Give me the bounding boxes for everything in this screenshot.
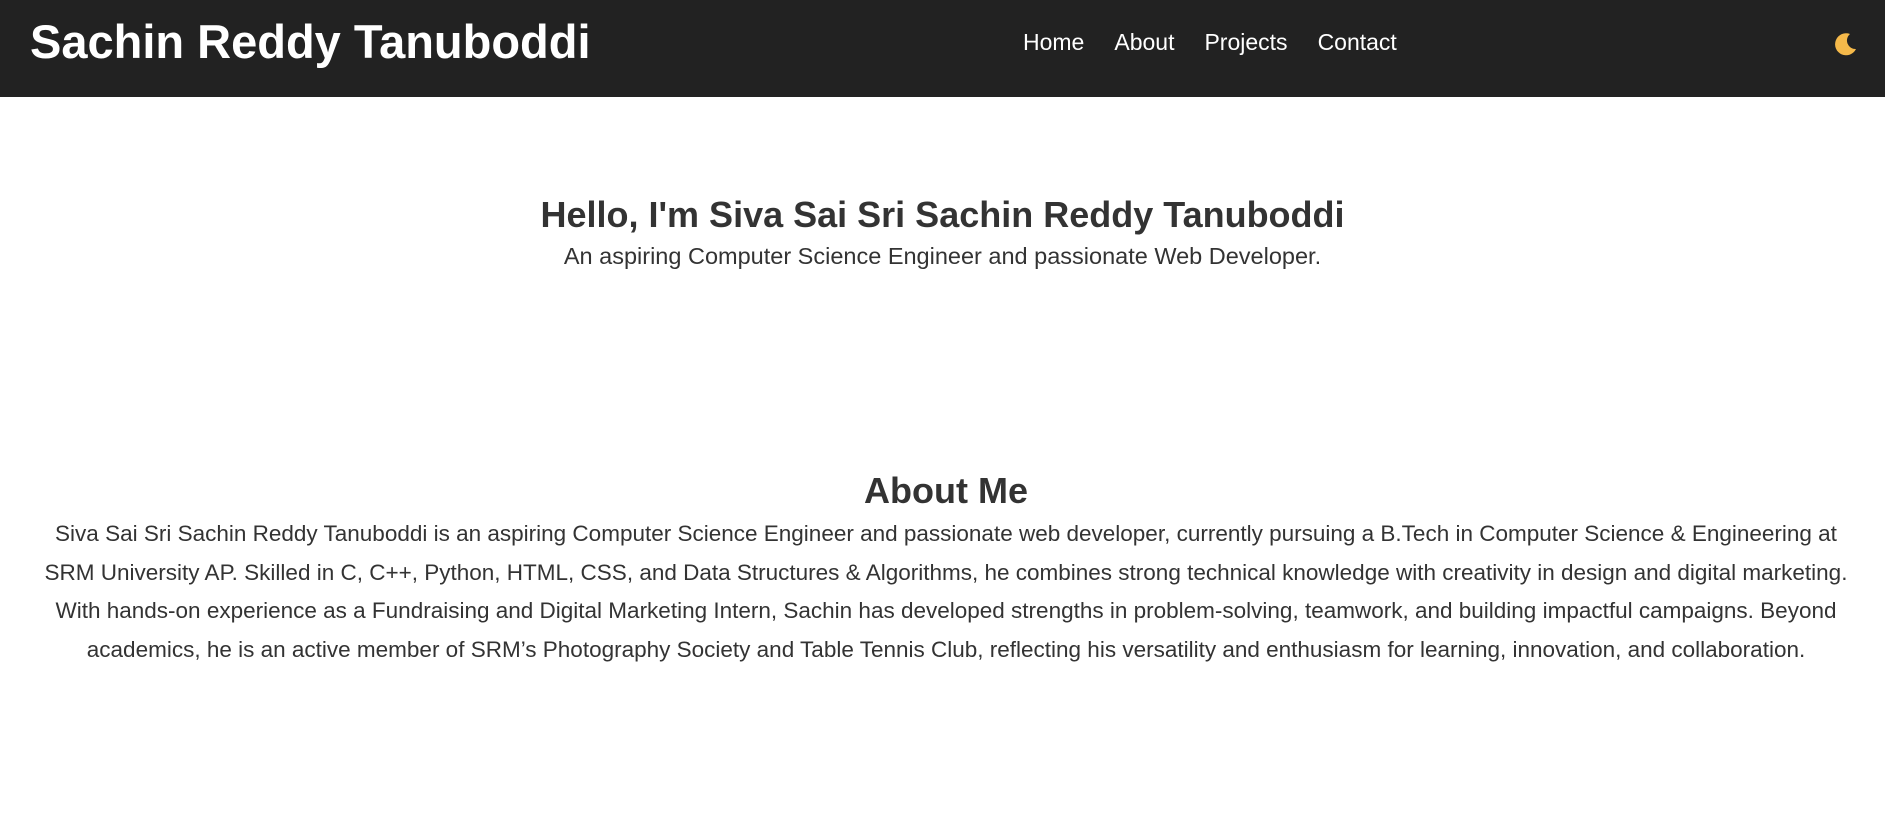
nav-link-projects[interactable]: Projects: [1204, 28, 1287, 56]
about-section: About Me Siva Sai Sri Sachin Reddy Tanub…: [30, 468, 1862, 669]
moon-icon: [1833, 31, 1859, 60]
nav-link-about[interactable]: About: [1114, 28, 1174, 56]
hero-section: Hello, I'm Siva Sai Sri Sachin Reddy Tan…: [0, 192, 1885, 271]
hero-title: Hello, I'm Siva Sai Sri Sachin Reddy Tan…: [540, 194, 1345, 235]
nav-link-home[interactable]: Home: [1023, 28, 1084, 56]
nav-link-contact[interactable]: Contact: [1318, 28, 1397, 56]
navbar: Sachin Reddy Tanuboddi Home About Projec…: [0, 0, 1885, 97]
nav-links: Home About Projects Contact: [1023, 28, 1427, 56]
about-body: Siva Sai Sri Sachin Reddy Tanuboddi is a…: [44, 521, 1848, 662]
about-title: About Me: [864, 470, 1028, 511]
theme-toggle-button[interactable]: [1831, 30, 1861, 60]
site-brand[interactable]: Sachin Reddy Tanuboddi: [30, 16, 591, 68]
hero-subtitle: An aspiring Computer Science Engineer an…: [563, 243, 1322, 269]
